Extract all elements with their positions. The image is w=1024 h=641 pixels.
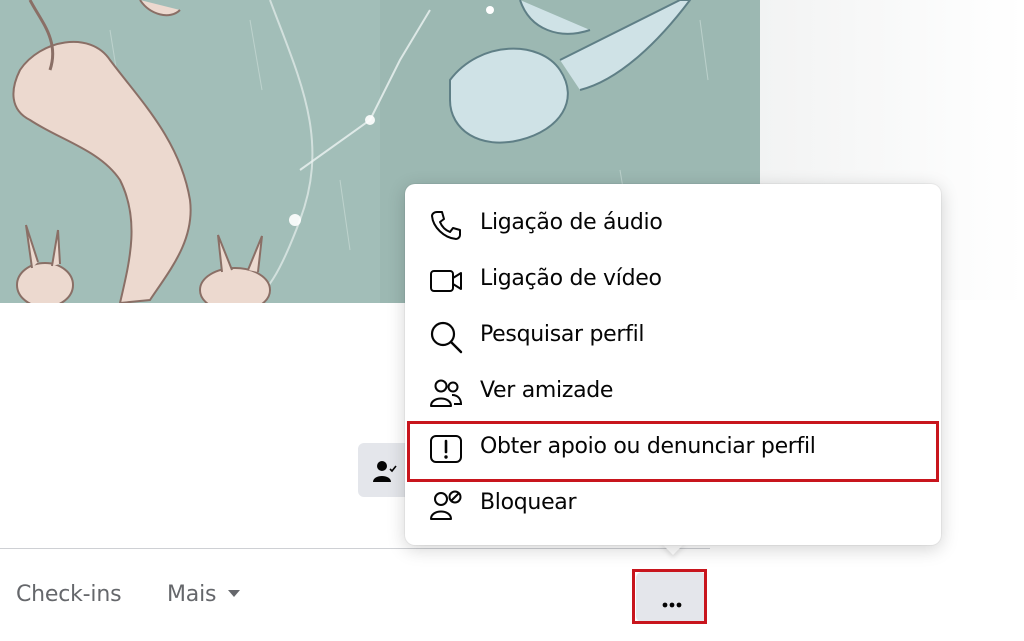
tab-check-ins[interactable]: Check-ins [16, 582, 122, 607]
video-camera-icon [429, 264, 463, 298]
block-user-icon [429, 488, 463, 522]
menu-item-label: Ver amizade [480, 378, 614, 403]
menu-item-label: Ligação de vídeo [480, 266, 662, 291]
menu-item-label: Pesquisar perfil [480, 322, 645, 347]
profile-options-menu: Ligação de áudio Ligação de vídeo Pesqui… [405, 184, 941, 545]
menu-item-block[interactable]: Bloquear [405, 476, 941, 532]
menu-item-search-profile[interactable]: Pesquisar perfil [405, 308, 941, 364]
more-button-highlight [632, 569, 707, 624]
menu-item-see-friendship[interactable]: Ver amizade [405, 364, 941, 420]
tab-label: Mais [167, 582, 217, 607]
menu-item-label: Bloquear [480, 490, 577, 515]
person-check-icon [372, 459, 398, 488]
tab-label: Check-ins [16, 582, 122, 607]
tabs-divider [0, 548, 710, 549]
caret-down-icon [228, 589, 241, 597]
menu-item-label: Ligação de áudio [480, 210, 663, 235]
menu-item-video-call[interactable]: Ligação de vídeo [405, 252, 941, 308]
tab-more[interactable]: Mais [167, 582, 241, 607]
phone-icon [429, 208, 463, 242]
friends-icon [429, 376, 463, 410]
menu-item-audio-call[interactable]: Ligação de áudio [405, 196, 941, 252]
search-icon [429, 320, 463, 354]
report-item-highlight [407, 421, 939, 482]
